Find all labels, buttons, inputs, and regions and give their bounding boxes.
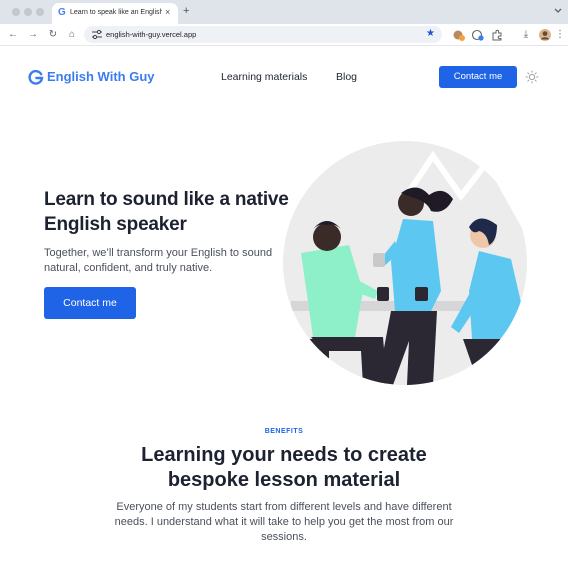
illustration-cup-right — [415, 287, 428, 301]
extension-avatar-icon[interactable] — [452, 28, 466, 42]
benefits-title: Learning your needs to create bespoke le… — [0, 443, 568, 493]
url-text: english-with-guy.vercel.app — [106, 30, 197, 39]
profile-avatar-icon[interactable] — [538, 28, 552, 42]
forward-button[interactable]: → — [26, 28, 40, 42]
back-button[interactable]: ← — [6, 28, 20, 42]
hero-illustration — [283, 141, 527, 385]
new-tab-button[interactable]: + — [183, 5, 189, 17]
window-zoom-dot[interactable] — [36, 8, 44, 16]
reload-button[interactable]: ↻ — [46, 28, 60, 42]
nav-blog[interactable]: Blog — [336, 70, 357, 84]
nav-learning-materials[interactable]: Learning materials — [221, 70, 307, 84]
browser-menu-icon[interactable]: ⋮ — [553, 28, 567, 42]
browser-tab-active[interactable]: G Learn to speak like an English × — [52, 3, 178, 24]
header-contact-button[interactable]: Contact me — [439, 66, 517, 88]
benefits-description: Everyone of my students start from diffe… — [114, 501, 454, 543]
hero-contact-button[interactable]: Contact me — [44, 287, 136, 319]
browser-toolbar: ← → ↻ ⌂ english-with-guy.vercel.app ★ ⤓ … — [0, 24, 568, 46]
benefits-title-line-2: bespoke lesson material — [167, 469, 401, 491]
browser-tabstrip: G Learn to speak like an English × + — [0, 0, 568, 24]
hero-subtitle: Together, we’ll transform your English t… — [44, 247, 273, 274]
illustration-cup-left — [377, 287, 389, 301]
tab-search-icon[interactable] — [551, 5, 565, 17]
translate-icon[interactable] — [471, 28, 485, 42]
hero-title: Learn to sound like a native English spe… — [44, 189, 289, 235]
bookmark-star-icon[interactable]: ★ — [426, 28, 435, 40]
logo-text: English With Guy — [47, 69, 155, 84]
favicon-icon: G — [58, 7, 66, 18]
theme-toggle-sun-icon[interactable] — [525, 70, 539, 84]
benefits-eyebrow: BENEFITS — [264, 428, 304, 435]
extensions-puzzle-icon[interactable] — [490, 28, 504, 42]
site-info-icon[interactable] — [91, 29, 103, 40]
logo-g-icon — [28, 69, 44, 85]
window-close-dot[interactable] — [12, 8, 20, 16]
download-icon[interactable]: ⤓ — [519, 28, 533, 42]
tab-title: Learn to speak like an English — [70, 9, 162, 16]
benefits-title-line-1: Learning your needs to create — [141, 444, 427, 466]
tab-close-icon[interactable]: × — [165, 7, 170, 17]
address-bar[interactable]: english-with-guy.vercel.app ★ — [84, 26, 442, 43]
illustration-cup-raised — [373, 253, 385, 267]
window-minimize-dot[interactable] — [24, 8, 32, 16]
home-button[interactable]: ⌂ — [65, 28, 79, 42]
